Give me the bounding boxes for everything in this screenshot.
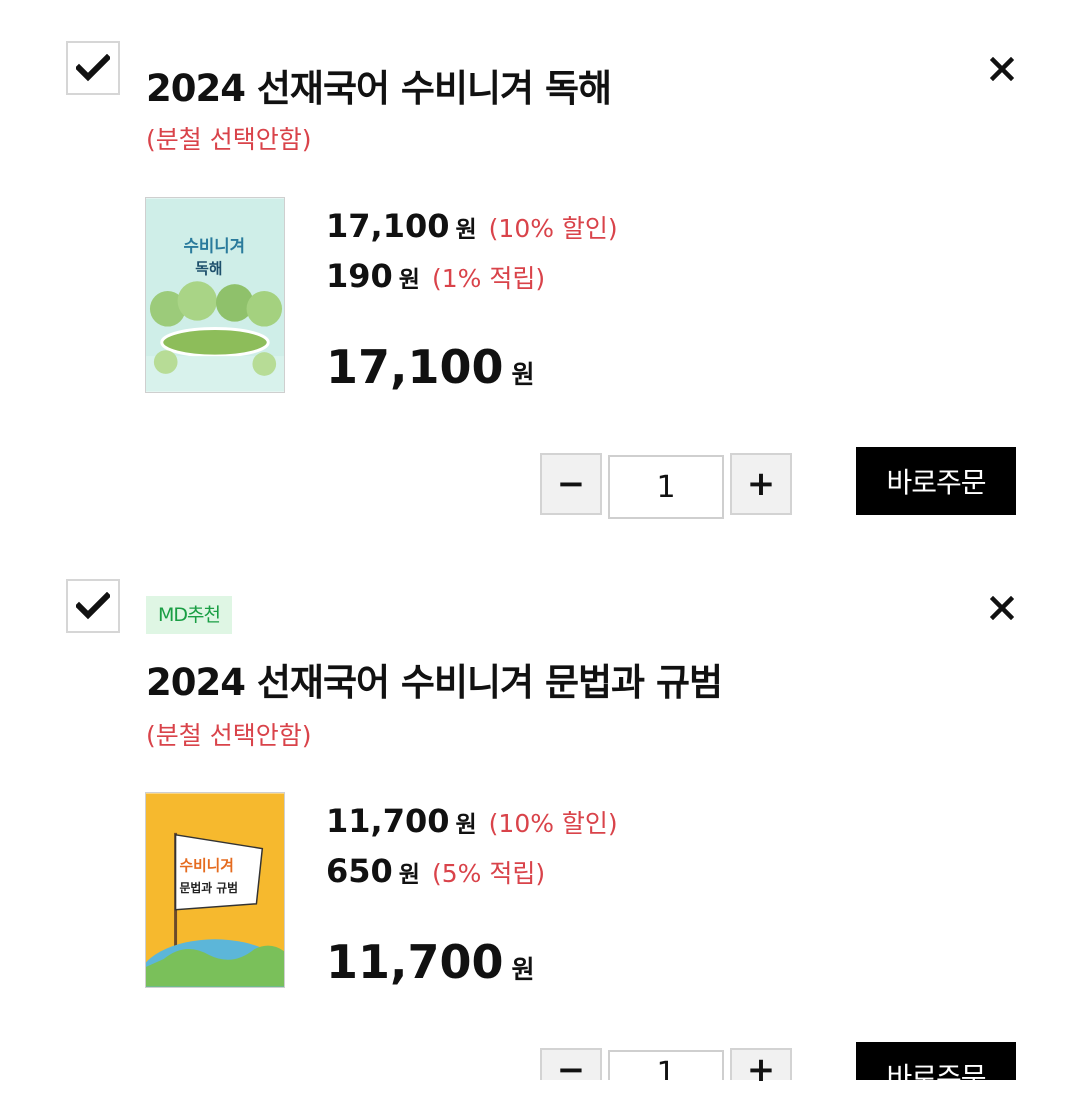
decrease-quantity-button[interactable]: − xyxy=(540,453,602,515)
points-row: 650 원 (5% 적립) xyxy=(326,852,545,890)
discount-rate: (10% 할인) xyxy=(488,214,618,243)
cover-title: 수비니겨 xyxy=(180,857,234,874)
sale-price-row: 17,100 원 (10% 할인) xyxy=(326,207,618,245)
points-amount: 650 xyxy=(326,852,393,890)
total-price: 17,100 xyxy=(326,340,504,394)
increase-quantity-button[interactable]: + xyxy=(730,453,792,515)
close-icon xyxy=(990,596,1014,620)
sale-price-row: 11,700 원 (10% 할인) xyxy=(326,802,618,840)
md-recommend-badge: MD추천 xyxy=(146,596,232,634)
cover-subtitle: 문법과 규범 xyxy=(180,881,238,895)
points-unit: 원 xyxy=(398,267,420,293)
product-title[interactable]: 2024 선재국어 수비니겨 문법과 규범 xyxy=(146,652,723,706)
book-cover-image: 수비니겨 문법과 규범 xyxy=(146,793,284,987)
total-price: 11,700 xyxy=(326,935,504,989)
product-title[interactable]: 2024 선재국어 수비니겨 독해 xyxy=(146,58,612,112)
points-row: 190 원 (1% 적립) xyxy=(326,257,545,295)
close-icon xyxy=(990,57,1014,81)
book-cover-image: 수비니겨 독해 xyxy=(146,198,284,392)
points-rate: (1% 적립) xyxy=(431,264,546,293)
sale-price: 11,700 xyxy=(326,802,450,840)
points-amount: 190 xyxy=(326,257,393,295)
order-now-button[interactable]: 바로주문 xyxy=(856,1042,1016,1094)
check-icon xyxy=(76,592,110,620)
binding-option: (분철 선택안함) xyxy=(146,721,312,750)
select-checkbox[interactable] xyxy=(66,579,120,633)
product-thumbnail[interactable]: 수비니겨 독해 xyxy=(145,197,285,393)
sale-price: 17,100 xyxy=(326,207,450,245)
quantity-input[interactable] xyxy=(608,455,724,519)
remove-button[interactable] xyxy=(984,590,1020,626)
product-thumbnail[interactable]: 수비니겨 문법과 규범 xyxy=(145,792,285,988)
decrease-quantity-button[interactable]: − xyxy=(540,1048,602,1090)
total-unit: 원 xyxy=(511,955,535,984)
check-icon xyxy=(76,54,110,82)
cover-subtitle: 독해 xyxy=(195,260,222,277)
order-now-button[interactable]: 바로주문 xyxy=(856,447,1016,515)
binding-option: (분철 선택안함) xyxy=(146,125,312,154)
price-unit: 원 xyxy=(455,217,477,243)
quantity-input[interactable] xyxy=(608,1050,724,1080)
points-rate: (5% 적립) xyxy=(431,859,546,888)
price-unit: 원 xyxy=(455,812,477,838)
increase-quantity-button[interactable]: + xyxy=(730,1048,792,1090)
item-total: 11,700 원 xyxy=(326,935,535,989)
discount-rate: (10% 할인) xyxy=(488,809,618,838)
item-total: 17,100 원 xyxy=(326,340,535,394)
points-unit: 원 xyxy=(398,862,420,888)
remove-button[interactable] xyxy=(984,51,1020,87)
cover-title: 수비니겨 xyxy=(183,236,245,256)
select-checkbox[interactable] xyxy=(66,41,120,95)
total-unit: 원 xyxy=(511,360,535,389)
